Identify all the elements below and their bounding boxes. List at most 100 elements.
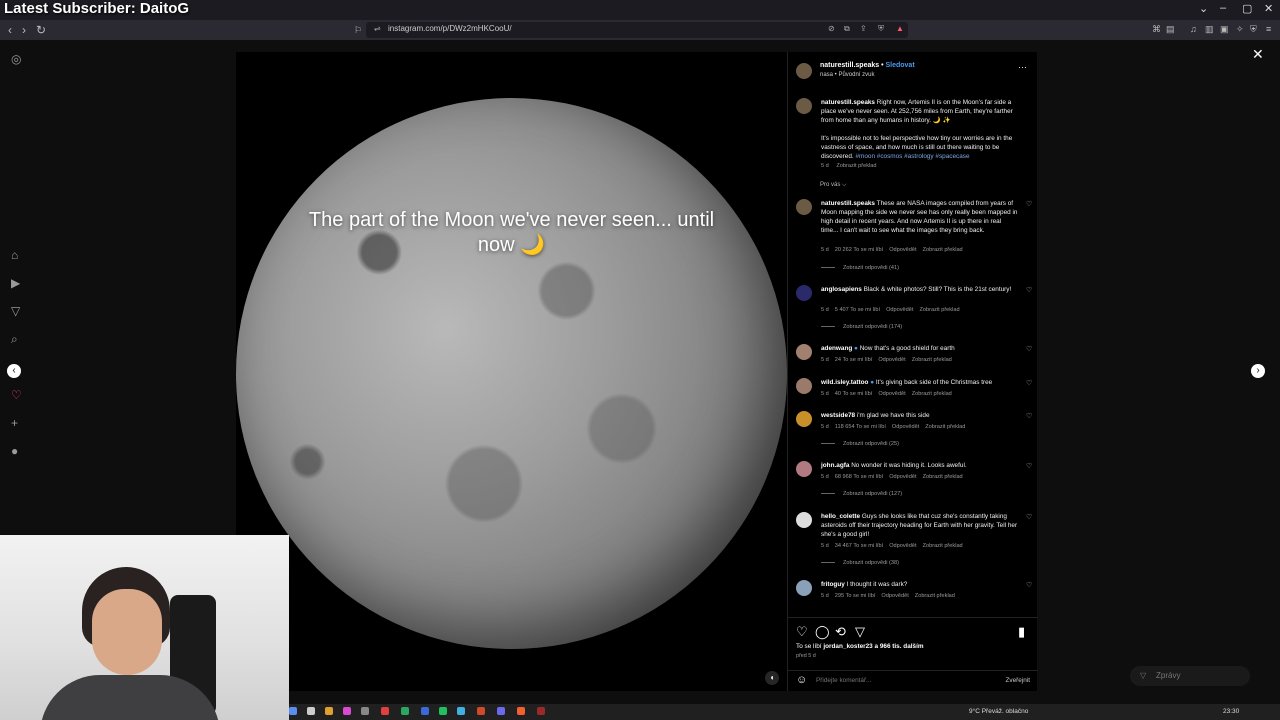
view-replies-link[interactable]: Zobrazit odpovědi (25) xyxy=(821,441,899,447)
alert-icon[interactable]: ▲ xyxy=(896,24,904,33)
translate-link[interactable]: Zobrazit překlad xyxy=(923,543,963,549)
likes-count[interactable]: a 966 tis. dalším xyxy=(875,643,924,650)
brave-shield-icon[interactable]: ⛨ xyxy=(1250,24,1257,35)
back-icon[interactable]: ‹ xyxy=(8,23,12,37)
comment-input[interactable] xyxy=(816,677,976,684)
view-replies-link[interactable]: Zobrazit odpovědi (127) xyxy=(821,491,902,497)
audio-subline[interactable]: nasa • Původní zvuk xyxy=(820,72,874,78)
bookmark-icon[interactable]: ⚐ xyxy=(354,25,362,36)
app-icon[interactable] xyxy=(401,707,409,715)
comment-likes[interactable]: 24 To se mi líbí xyxy=(835,357,873,363)
sidebar-icon[interactable]: ▥ xyxy=(1205,24,1214,35)
url-field[interactable]: ⇌ instagram.com/p/DWz2mHKCooU/ ⊘ ⧉ ⇪ ⛨ ▲ xyxy=(366,22,908,38)
comments-list[interactable]: naturestill.speaks Right now, Artemis II… xyxy=(788,94,1038,614)
comment-like-icon[interactable]: ♡ xyxy=(1026,462,1032,470)
reply-link[interactable]: Odpovědět xyxy=(889,247,916,253)
tracking-icon[interactable]: ⊘ xyxy=(828,24,835,33)
translate-link[interactable]: Zobrazit překlad xyxy=(925,424,965,430)
comment-like-icon[interactable]: ♡ xyxy=(1026,345,1032,353)
emoji-icon[interactable]: ☺ xyxy=(796,674,807,686)
caption-translate-link[interactable]: Zobrazit překlad xyxy=(836,163,876,169)
comment-avatar[interactable] xyxy=(796,512,812,528)
likes-summary[interactable]: To se líbí jordan_koster23 a 966 tis. da… xyxy=(796,643,924,650)
comment-like-icon[interactable]: ♡ xyxy=(1026,286,1032,294)
follow-button[interactable]: Sledovat xyxy=(885,62,914,69)
home-icon[interactable]: ⌂ xyxy=(11,248,18,262)
send-icon[interactable]: ▽ xyxy=(11,304,20,318)
messages-button[interactable]: ▽ Zprávy xyxy=(1130,666,1250,686)
comment-avatar[interactable] xyxy=(796,411,812,427)
mute-icon[interactable]: ◖ xyxy=(765,671,779,685)
like-icon[interactable]: ♡ xyxy=(796,624,808,640)
caption-avatar[interactable] xyxy=(796,98,812,114)
comment-username[interactable]: westside78 xyxy=(821,412,855,419)
sort-dropdown[interactable]: Pro vás ⌵ xyxy=(820,182,847,189)
reply-link[interactable]: Odpovědět xyxy=(878,391,905,397)
comment-like-icon[interactable]: ♡ xyxy=(1026,581,1032,589)
forward-icon[interactable]: › xyxy=(22,23,26,37)
translate-link[interactable]: Zobrazit překlad xyxy=(912,391,952,397)
app-icon[interactable] xyxy=(343,707,351,715)
caption-hashtags[interactable]: #moon #cosmos #astrology #spacecase xyxy=(855,153,969,160)
shield-icon[interactable]: ⛨ xyxy=(878,24,884,34)
comment-like-icon[interactable]: ♡ xyxy=(1026,513,1032,521)
view-replies-link[interactable]: Zobrazit odpovědi (174) xyxy=(821,324,902,330)
comment-like-icon[interactable]: ♡ xyxy=(1026,412,1032,420)
comment-avatar[interactable] xyxy=(796,344,812,360)
app-icon[interactable] xyxy=(537,707,545,715)
comment-username[interactable]: naturestill.speaks xyxy=(821,200,875,207)
post-comment-button[interactable]: Zveřejnit xyxy=(1005,677,1030,684)
close-modal-icon[interactable]: ✕ xyxy=(1252,46,1264,63)
comment-like-icon[interactable]: ♡ xyxy=(1026,200,1032,208)
notifications-icon[interactable]: ♡ xyxy=(11,388,22,402)
save-icon[interactable]: ▮ xyxy=(1018,624,1025,640)
maximize-icon[interactable]: ▢ xyxy=(1242,2,1252,15)
app-icon[interactable] xyxy=(325,707,333,715)
comment-username[interactable]: wild.isley.tattoo xyxy=(821,379,868,386)
author-avatar[interactable] xyxy=(796,63,812,79)
comment-username[interactable]: anglosapiens xyxy=(821,286,862,293)
minimize-icon[interactable]: – xyxy=(1220,2,1226,14)
view-replies-link[interactable]: Zobrazit odpovědi (41) xyxy=(821,265,899,271)
comment-likes[interactable]: 5 407 To se mi líbí xyxy=(835,307,880,313)
reply-link[interactable]: Odpovědět xyxy=(878,357,905,363)
translate-link[interactable]: Zobrazit překlad xyxy=(912,357,952,363)
more-options-icon[interactable]: ··· xyxy=(1018,62,1027,72)
leo-icon[interactable]: ✧ xyxy=(1236,24,1244,35)
next-post-icon[interactable]: › xyxy=(1251,364,1265,378)
comment-likes[interactable]: 20 262 To se mi líbí xyxy=(835,247,883,253)
comment-like-icon[interactable]: ♡ xyxy=(1026,379,1032,387)
comment-avatar[interactable] xyxy=(796,285,812,301)
translate-link[interactable]: Zobrazit překlad xyxy=(915,593,955,599)
browser-app-icon[interactable] xyxy=(381,707,389,715)
share-icon[interactable]: ▽ xyxy=(855,624,865,640)
profile-icon[interactable]: ● xyxy=(11,444,18,458)
reply-link[interactable]: Odpovědět xyxy=(886,307,913,313)
app-icon[interactable] xyxy=(457,707,465,715)
reply-link[interactable]: Odpovědět xyxy=(889,474,916,480)
comment-avatar[interactable] xyxy=(796,378,812,394)
likes-user[interactable]: jordan_koster23 xyxy=(823,643,872,650)
reader-icon[interactable]: ▤ xyxy=(1166,24,1175,35)
author-username[interactable]: naturestill.speaks xyxy=(820,62,879,69)
comment-icon[interactable]: ◯ xyxy=(815,624,830,640)
app-icon[interactable] xyxy=(307,707,315,715)
repost-icon[interactable]: ⟲ xyxy=(835,624,846,640)
comment-likes[interactable]: 118 654 To se mi líbí xyxy=(835,424,886,430)
comment-avatar[interactable] xyxy=(796,580,812,596)
open-external-icon[interactable]: ⧉ xyxy=(844,24,850,34)
app-icon[interactable] xyxy=(517,707,525,715)
reply-link[interactable]: Odpovědět xyxy=(892,424,919,430)
reels-icon[interactable]: ▶ xyxy=(11,276,20,290)
extension-icon[interactable]: ⌘ xyxy=(1152,24,1161,35)
app-icon[interactable] xyxy=(421,707,429,715)
post-media[interactable]: The part of the Moon we've never seen...… xyxy=(236,52,787,691)
app-icon[interactable] xyxy=(289,707,297,715)
comment-avatar[interactable] xyxy=(796,461,812,477)
comment-avatar[interactable] xyxy=(796,199,812,215)
comment-likes[interactable]: 295 To se mi líbí xyxy=(835,593,876,599)
wallet-icon[interactable]: ▣ xyxy=(1220,24,1229,35)
comment-username[interactable]: fritoguy xyxy=(821,581,845,588)
comment-username[interactable]: adenwang xyxy=(821,345,852,352)
caption-username[interactable]: naturestill.speaks xyxy=(821,99,875,106)
